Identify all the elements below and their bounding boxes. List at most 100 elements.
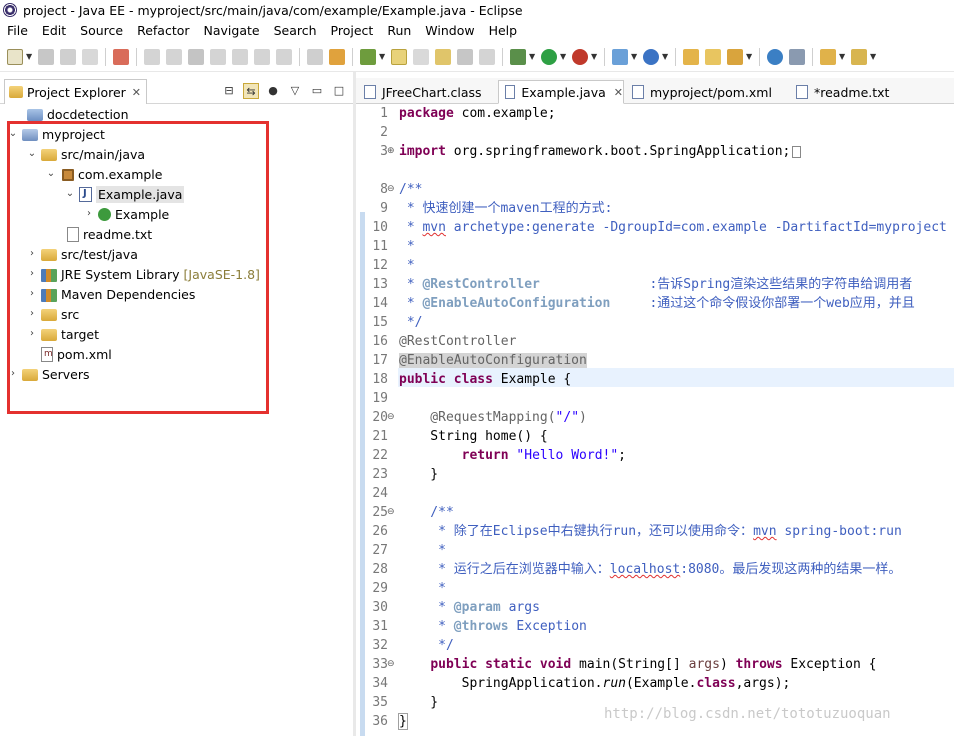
collapse-fold-icon[interactable]: ⊖	[387, 180, 395, 199]
code-line: }	[398, 713, 408, 730]
editor-tab-label: JFreeChart.class	[382, 84, 482, 100]
menu-search[interactable]: Search	[267, 23, 324, 38]
external-tools-icon[interactable]	[572, 48, 588, 65]
collapse-fold-icon[interactable]: ⊖	[387, 503, 395, 522]
menu-run[interactable]: Run	[380, 23, 418, 38]
chevron-down-icon[interactable]: ▼	[591, 49, 597, 65]
drop-to-frame-icon[interactable]	[307, 48, 323, 65]
disconnect-icon[interactable]	[210, 48, 226, 65]
chevron-down-icon[interactable]: ▼	[26, 49, 32, 65]
new-class-icon[interactable]	[643, 48, 659, 65]
close-icon[interactable]: ✕	[132, 86, 141, 99]
tab-jfreechart-class[interactable]: JFreeChart.class	[358, 80, 498, 104]
open-folder-icon[interactable]	[705, 48, 721, 65]
menu-window[interactable]: Window	[418, 23, 481, 38]
menu-refactor[interactable]: Refactor	[130, 23, 196, 38]
toolbar-separator	[105, 47, 106, 66]
toolbar-separator	[675, 47, 676, 66]
terminate-icon[interactable]	[188, 48, 204, 65]
suspend-icon[interactable]	[166, 48, 182, 65]
line-number: 15	[372, 315, 388, 330]
new-icon[interactable]	[7, 48, 23, 65]
highlight-icon[interactable]	[391, 48, 407, 65]
chevron-down-icon[interactable]: ▼	[379, 49, 385, 65]
globe-icon[interactable]	[767, 48, 783, 65]
line-number: 19	[372, 391, 388, 406]
tab-readme-txt[interactable]: *readme.txt	[790, 80, 910, 104]
chevron-down-icon[interactable]: ▼	[529, 49, 535, 65]
toolbar-separator	[604, 47, 605, 66]
print-icon[interactable]	[82, 48, 98, 65]
server-icon[interactable]	[360, 48, 376, 65]
title-bar: project - Java EE - myproject/src/main/j…	[0, 0, 954, 20]
chevron-down-icon[interactable]: ▼	[870, 49, 876, 65]
code-line: *	[399, 258, 415, 273]
link-with-editor-icon[interactable]: ⇆	[243, 83, 259, 99]
next-annotation-icon[interactable]	[820, 48, 836, 65]
line-number: 24	[372, 486, 388, 501]
new-java-project-icon[interactable]	[612, 48, 628, 65]
debug-icon[interactable]	[510, 48, 526, 65]
line-number: 20	[372, 410, 388, 425]
toggle-mark-icon[interactable]	[413, 48, 429, 65]
code-line: SpringApplication.run(Example.class,args…	[399, 676, 791, 691]
line-number: 21	[372, 429, 388, 444]
quick-diff-indicator	[360, 212, 365, 736]
run-icon[interactable]	[541, 48, 557, 65]
view-menu-icon[interactable]: ▽	[287, 83, 303, 99]
code-line: public class Example {	[399, 372, 572, 387]
menu-edit[interactable]: Edit	[35, 23, 73, 38]
maximize-icon[interactable]: □	[331, 83, 347, 99]
menu-project[interactable]: Project	[324, 23, 381, 38]
show-whitespace-icon[interactable]	[457, 48, 473, 65]
line-number: 30	[372, 600, 388, 615]
folded-imports-icon[interactable]	[792, 145, 802, 158]
line-number: 31	[372, 619, 388, 634]
focus-task-icon[interactable]: ●	[265, 83, 281, 99]
annotation-icon[interactable]	[789, 48, 805, 65]
open-task-icon[interactable]	[435, 48, 451, 65]
menu-navigate[interactable]: Navigate	[197, 23, 267, 38]
expand-fold-icon[interactable]: ⊕	[387, 142, 395, 161]
chevron-down-icon[interactable]: ▼	[560, 49, 566, 65]
code-text-area[interactable]: package com.example; import org.springfr…	[398, 104, 954, 736]
search-icon[interactable]	[727, 48, 743, 65]
menu-file[interactable]: File	[0, 23, 35, 38]
use-step-filters-icon[interactable]	[329, 48, 345, 65]
code-line: * 运行之后在浏览器中输入：localhost:8080。最后发现这两种的结果一…	[399, 562, 902, 577]
line-number: 25	[372, 505, 388, 520]
xml-file-icon	[632, 85, 644, 99]
collapse-fold-icon[interactable]: ⊖	[387, 655, 395, 674]
save-all-icon[interactable]	[60, 48, 76, 65]
save-icon[interactable]	[38, 48, 54, 65]
menu-source[interactable]: Source	[73, 23, 130, 38]
collapse-fold-icon[interactable]: ⊖	[387, 408, 395, 427]
tab-pom-xml[interactable]: myproject/pom.xml	[626, 80, 790, 104]
chevron-down-icon[interactable]: ▼	[746, 49, 752, 65]
close-icon[interactable]: ✕	[614, 86, 623, 99]
code-line: @RequestMapping("/")	[399, 410, 587, 425]
editor-tabbar: JFreeChart.class Example.java ✕ myprojec…	[356, 78, 954, 104]
tab-example-java[interactable]: Example.java ✕	[498, 80, 624, 104]
chevron-down-icon[interactable]: ▼	[662, 49, 668, 65]
line-number: 3	[380, 144, 388, 159]
step-return-icon[interactable]	[276, 48, 292, 65]
folder-icon	[27, 109, 43, 121]
code-line: }	[399, 695, 439, 710]
pilcrow-icon[interactable]	[479, 48, 495, 65]
code-line: return "Hello Word!";	[461, 448, 626, 463]
previous-annotation-icon[interactable]	[851, 48, 867, 65]
step-over-icon[interactable]	[254, 48, 270, 65]
line-number: 9	[380, 201, 388, 216]
tab-project-explorer[interactable]: Project Explorer ✕	[4, 79, 147, 104]
skip-breakpoints-icon[interactable]	[113, 48, 129, 65]
menu-help[interactable]: Help	[482, 23, 525, 38]
resume-icon[interactable]	[144, 48, 160, 65]
open-type-icon[interactable]	[683, 48, 699, 65]
chevron-down-icon[interactable]: ▼	[839, 49, 845, 65]
collapse-all-icon[interactable]: ⊟	[221, 83, 237, 99]
text-file-icon	[796, 85, 808, 99]
step-into-icon[interactable]	[232, 48, 248, 65]
minimize-icon[interactable]: ▭	[309, 83, 325, 99]
chevron-down-icon[interactable]: ▼	[631, 49, 637, 65]
